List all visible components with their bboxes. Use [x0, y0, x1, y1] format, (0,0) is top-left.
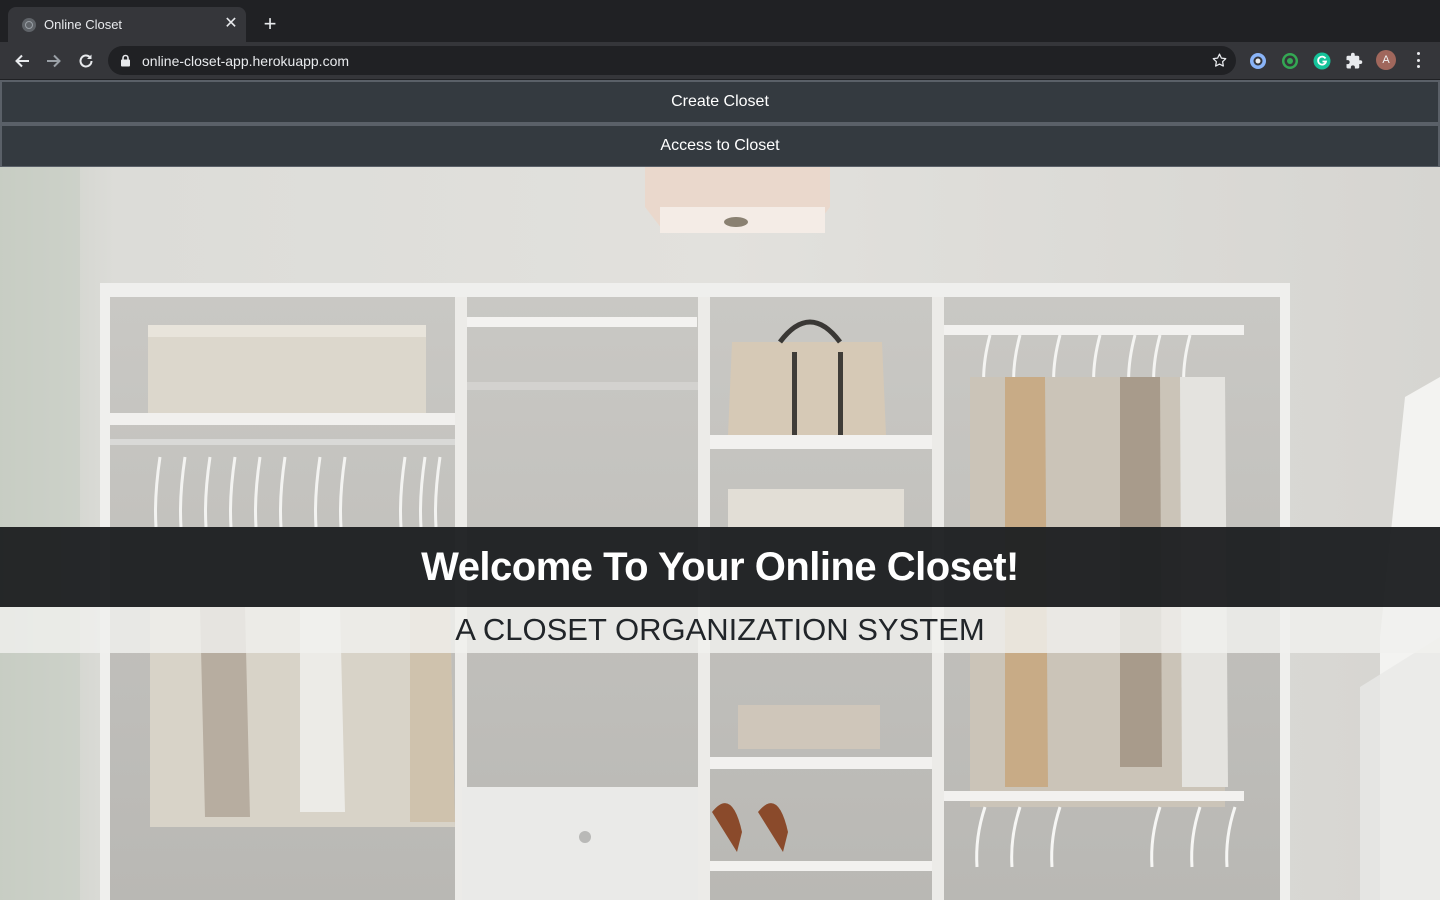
- welcome-banner: Welcome To Your Online Closet!: [0, 527, 1440, 607]
- profile-avatar[interactable]: A: [1376, 50, 1396, 70]
- close-tab-icon[interactable]: ✕: [222, 15, 240, 33]
- new-tab-icon[interactable]: +: [258, 12, 282, 36]
- create-closet-button[interactable]: Create Closet: [0, 80, 1440, 124]
- page-content: Create Closet Access to Closet Welcome T…: [0, 79, 1440, 900]
- browser-tab[interactable]: Online Closet ✕: [8, 7, 246, 42]
- extension-target-icon[interactable]: [1280, 51, 1300, 71]
- browser-toolbar: online-closet-app.herokuapp.com: [0, 42, 1440, 79]
- access-closet-button[interactable]: Access to Closet: [0, 124, 1440, 168]
- reload-icon[interactable]: [74, 49, 98, 73]
- bookmark-star-icon[interactable]: [1211, 52, 1228, 74]
- subtitle-banner: A CLOSET ORGANIZATION SYSTEM: [0, 607, 1440, 653]
- address-bar[interactable]: online-closet-app.herokuapp.com: [108, 46, 1236, 75]
- globe-icon: [22, 18, 36, 32]
- subtitle-text: A CLOSET ORGANIZATION SYSTEM: [455, 612, 985, 647]
- back-arrow-icon[interactable]: [10, 49, 34, 73]
- welcome-heading: Welcome To Your Online Closet!: [421, 544, 1019, 589]
- lock-icon: [120, 54, 131, 72]
- forward-arrow-icon[interactable]: [42, 49, 66, 73]
- browser-menu-icon[interactable]: [1410, 51, 1426, 69]
- tab-title: Online Closet: [44, 17, 123, 32]
- url-text: online-closet-app.herokuapp.com: [142, 53, 350, 69]
- extension-shield-icon[interactable]: [1248, 51, 1268, 71]
- browser-tabbar: Online Closet ✕ +: [0, 0, 1440, 42]
- grammarly-icon[interactable]: [1312, 51, 1332, 71]
- puzzle-extensions-icon[interactable]: [1344, 51, 1364, 71]
